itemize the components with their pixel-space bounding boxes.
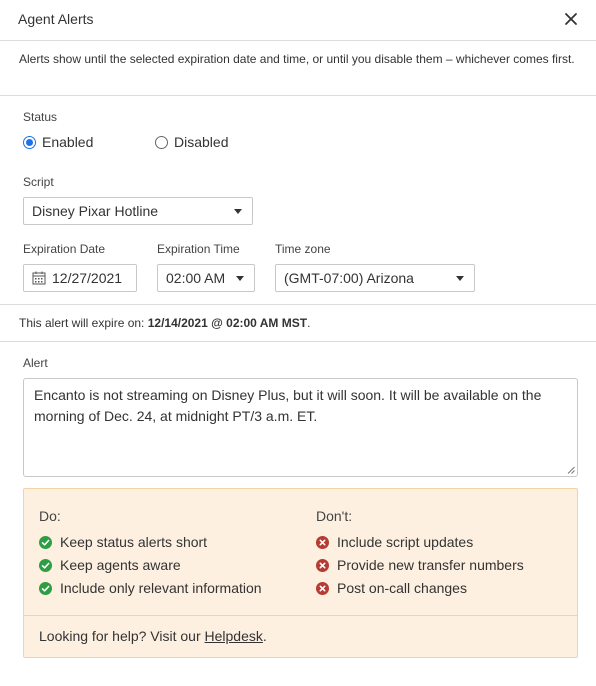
resize-grip-icon[interactable] [567, 466, 575, 474]
script-label: Script [23, 175, 54, 189]
dialog-header: Agent Alerts [0, 0, 596, 41]
expiration-time-select[interactable]: 02:00 AM [157, 264, 255, 292]
agent-alerts-dialog: Agent Alerts Alerts show until the selec… [0, 0, 596, 686]
dont-item: Include script updates [316, 534, 473, 550]
helpdesk-link[interactable]: Helpdesk [205, 628, 263, 644]
do-item-label: Keep status alerts short [60, 534, 208, 550]
x-circle-icon [316, 581, 329, 595]
help-prefix: Looking for help? Visit our [39, 628, 205, 644]
chevron-down-icon [234, 209, 242, 214]
check-circle-icon [39, 558, 52, 572]
do-item-label: Include only relevant information [60, 580, 262, 596]
expire-summary-value: 12/14/2021 @ 02:00 AM MST [147, 316, 308, 330]
dont-title: Don't: [316, 508, 353, 524]
check-circle-icon [39, 581, 52, 595]
do-item: Keep status alerts short [39, 534, 207, 550]
dialog-title: Agent Alerts [18, 11, 94, 27]
divider [0, 341, 596, 342]
status-label: Status [23, 110, 58, 124]
x-circle-icon [316, 535, 329, 549]
dont-item: Post on-call changes [316, 580, 467, 596]
expiration-time-value: 02:00 AM [166, 270, 226, 286]
status-disabled-radio[interactable]: Disabled [155, 134, 228, 150]
expire-summary: This alert will expire on: 12/14/2021 @ … [19, 316, 310, 330]
chevron-down-icon [456, 276, 464, 281]
tips-divider [24, 615, 577, 616]
radio-unchecked-icon [155, 135, 168, 149]
dont-item: Provide new transfer numbers [316, 557, 524, 573]
close-icon[interactable] [562, 10, 580, 28]
calendar-icon [32, 271, 46, 285]
tips-panel: Do: Keep status alerts short Keep agents… [23, 488, 578, 658]
chevron-down-icon [236, 276, 244, 281]
time-zone-select[interactable]: (GMT-07:00) Arizona [275, 264, 475, 292]
script-select-value: Disney Pixar Hotline [32, 203, 159, 219]
dont-item-label: Post on-call changes [337, 580, 467, 596]
dont-item-label: Provide new transfer numbers [337, 557, 524, 573]
expiration-notice: Alerts show until the selected expiratio… [0, 41, 596, 96]
dont-item-label: Include script updates [337, 534, 474, 550]
status-enabled-label: Enabled [42, 134, 94, 150]
help-suffix: . [262, 628, 267, 644]
check-circle-icon [39, 535, 52, 549]
help-text: Looking for help? Visit our Helpdesk. [39, 628, 267, 644]
alert-label: Alert [23, 356, 48, 370]
radio-checked-icon [23, 135, 36, 149]
do-item: Keep agents aware [39, 557, 181, 573]
do-title: Do: [39, 508, 61, 524]
status-enabled-radio[interactable]: Enabled [23, 134, 93, 150]
do-item-label: Keep agents aware [60, 557, 181, 573]
time-zone-label: Time zone [275, 242, 331, 256]
divider [0, 304, 596, 305]
script-select[interactable]: Disney Pixar Hotline [23, 197, 253, 225]
expiration-time-label: Expiration Time [157, 242, 240, 256]
expiration-date-value: 12/27/2021 [52, 270, 123, 286]
expiration-date-label: Expiration Date [23, 242, 106, 256]
expire-summary-prefix: This alert will expire on: [19, 316, 148, 330]
expire-summary-suffix: . [307, 316, 311, 330]
status-disabled-label: Disabled [174, 134, 229, 150]
alert-textarea[interactable]: Encanto is not streaming on Disney Plus,… [23, 378, 578, 477]
x-circle-icon [316, 558, 329, 572]
alert-text: Encanto is not streaming on Disney Plus,… [34, 387, 542, 424]
expiration-date-input[interactable]: 12/27/2021 [23, 264, 137, 292]
do-item: Include only relevant information [39, 580, 262, 596]
time-zone-value: (GMT-07:00) Arizona [284, 270, 414, 286]
